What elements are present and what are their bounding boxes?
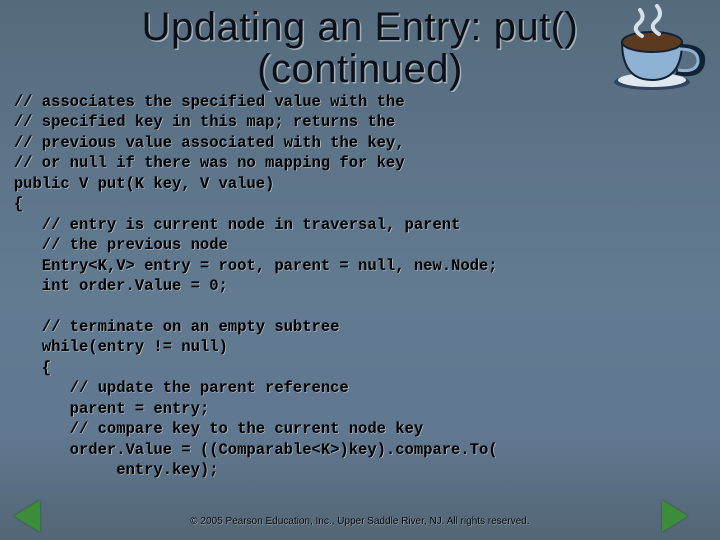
- nav-forward-button[interactable]: [662, 500, 706, 532]
- copyright-footer: © 2005 Pearson Education, Inc., Upper Sa…: [0, 516, 720, 527]
- arrow-left-icon: [14, 500, 40, 532]
- title-line-2: (continued): [257, 47, 463, 91]
- title-line-1: Updating an Entry: put(): [142, 5, 579, 49]
- nav-back-button[interactable]: [14, 500, 58, 532]
- coffee-cup-icon: [602, 2, 712, 97]
- arrow-right-icon: [662, 500, 688, 532]
- code-listing: // associates the specified value with t…: [0, 90, 720, 481]
